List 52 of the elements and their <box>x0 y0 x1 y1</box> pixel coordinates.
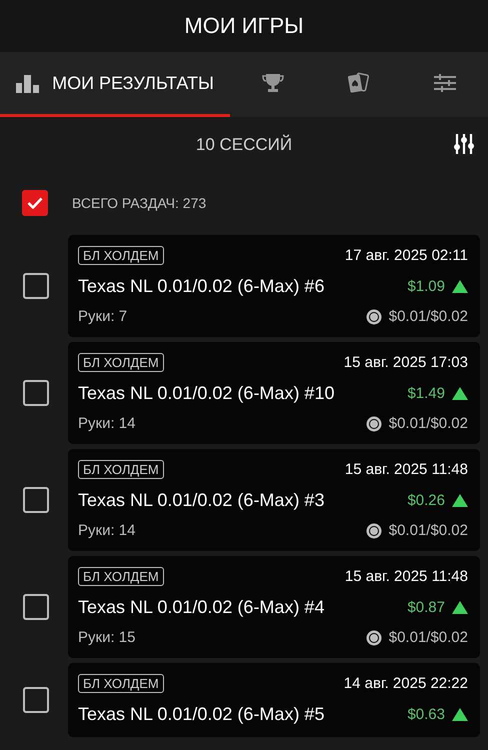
session-name: Texas NL 0.01/0.02 (6-Max) #6 <box>78 276 324 297</box>
session-name: Texas NL 0.01/0.02 (6-Max) #5 <box>78 704 324 725</box>
hands-count: Руки: 15 <box>78 629 136 646</box>
session-result: $1.49 <box>407 385 445 402</box>
session-card[interactable]: БЛ ХОЛДЕМ 17 авг. 2025 02:11 Texas NL 0.01/0.02 (6-Max) #6 $1.09 Руки: 7 $0.01/$0.02 <box>68 235 480 337</box>
hands-count: Руки: 14 <box>78 415 136 432</box>
game-type-tag: БЛ ХОЛДЕМ <box>78 567 164 586</box>
bar-chart-icon <box>16 73 40 93</box>
session-result: $0.26 <box>407 492 445 509</box>
session-name: Texas NL 0.01/0.02 (6-Max) #3 <box>78 490 324 511</box>
checkbox[interactable] <box>23 687 49 713</box>
poker-chip-icon <box>366 308 382 324</box>
session-result: $0.63 <box>407 706 445 723</box>
stakes: $0.01/$0.02 <box>388 415 468 432</box>
playing-cards-icon <box>347 72 371 94</box>
session-name: Texas NL 0.01/0.02 (6-Max) #10 <box>78 383 334 404</box>
poker-chip-icon <box>366 630 382 646</box>
session-card[interactable]: БЛ ХОЛДЕМ 14 авг. 2025 22:22 Texas NL 0.01/0.02 (6-Max) #5 $0.63 <box>68 663 480 737</box>
game-type-tag: БЛ ХОЛДЕМ <box>78 674 164 693</box>
game-type-tag: БЛ ХОЛДЕМ <box>78 460 164 479</box>
poker-chip-icon <box>366 416 382 432</box>
poker-chip-icon <box>366 522 382 538</box>
hands-count: Руки: 7 <box>78 308 128 325</box>
session-count: 10 СЕССИЙ <box>196 135 292 155</box>
checkbox[interactable] <box>23 594 49 620</box>
session-date: 15 авг. 2025 11:48 <box>344 461 468 478</box>
session-result: $1.09 <box>407 278 445 295</box>
stakes: $0.01/$0.02 <box>388 522 468 539</box>
session-name: Texas NL 0.01/0.02 (6-Max) #4 <box>78 597 324 618</box>
total-hands-label: ВСЕГО РАЗДАЧ: 273 <box>72 195 206 211</box>
checkbox[interactable] <box>23 487 49 513</box>
stakes: $0.01/$0.02 <box>388 308 468 325</box>
page-title: МОИ ИГРЫ <box>184 13 304 39</box>
trophy-icon <box>262 73 284 93</box>
check-icon <box>27 197 43 209</box>
game-type-tag: БЛ ХОЛДЕМ <box>78 246 164 265</box>
hands-count: Руки: 14 <box>78 522 136 539</box>
checkbox[interactable] <box>23 380 49 406</box>
stakes: $0.01/$0.02 <box>388 629 468 646</box>
session-card[interactable]: БЛ ХОЛДЕМ 15 авг. 2025 17:03 Texas NL 0.01/0.02 (6-Max) #10 $1.49 Руки: 14 $0.01/$0.02 <box>68 342 480 444</box>
session-date: 15 авг. 2025 11:48 <box>344 568 468 585</box>
game-type-tag: БЛ ХОЛДЕМ <box>78 353 164 372</box>
checkbox[interactable] <box>22 190 48 216</box>
session-card[interactable]: БЛ ХОЛДЕМ 15 авг. 2025 11:48 Texas NL 0.01/0.02 (6-Max) #4 $0.87 Руки: 15 $0.01/$0.02 <box>68 556 480 658</box>
session-card[interactable]: БЛ ХОЛДЕМ 15 авг. 2025 11:48 Texas NL 0.01/0.02 (6-Max) #3 $0.26 Руки: 14 $0.01/$0.02 <box>68 449 480 551</box>
session-date: 17 авг. 2025 02:11 <box>344 247 468 264</box>
session-date: 15 авг. 2025 17:03 <box>344 354 468 371</box>
session-date: 14 авг. 2025 22:22 <box>344 675 468 692</box>
filter-icon[interactable] <box>454 134 474 154</box>
sliders-icon <box>434 74 456 92</box>
session-result: $0.87 <box>407 599 445 616</box>
checkbox[interactable] <box>23 273 49 299</box>
